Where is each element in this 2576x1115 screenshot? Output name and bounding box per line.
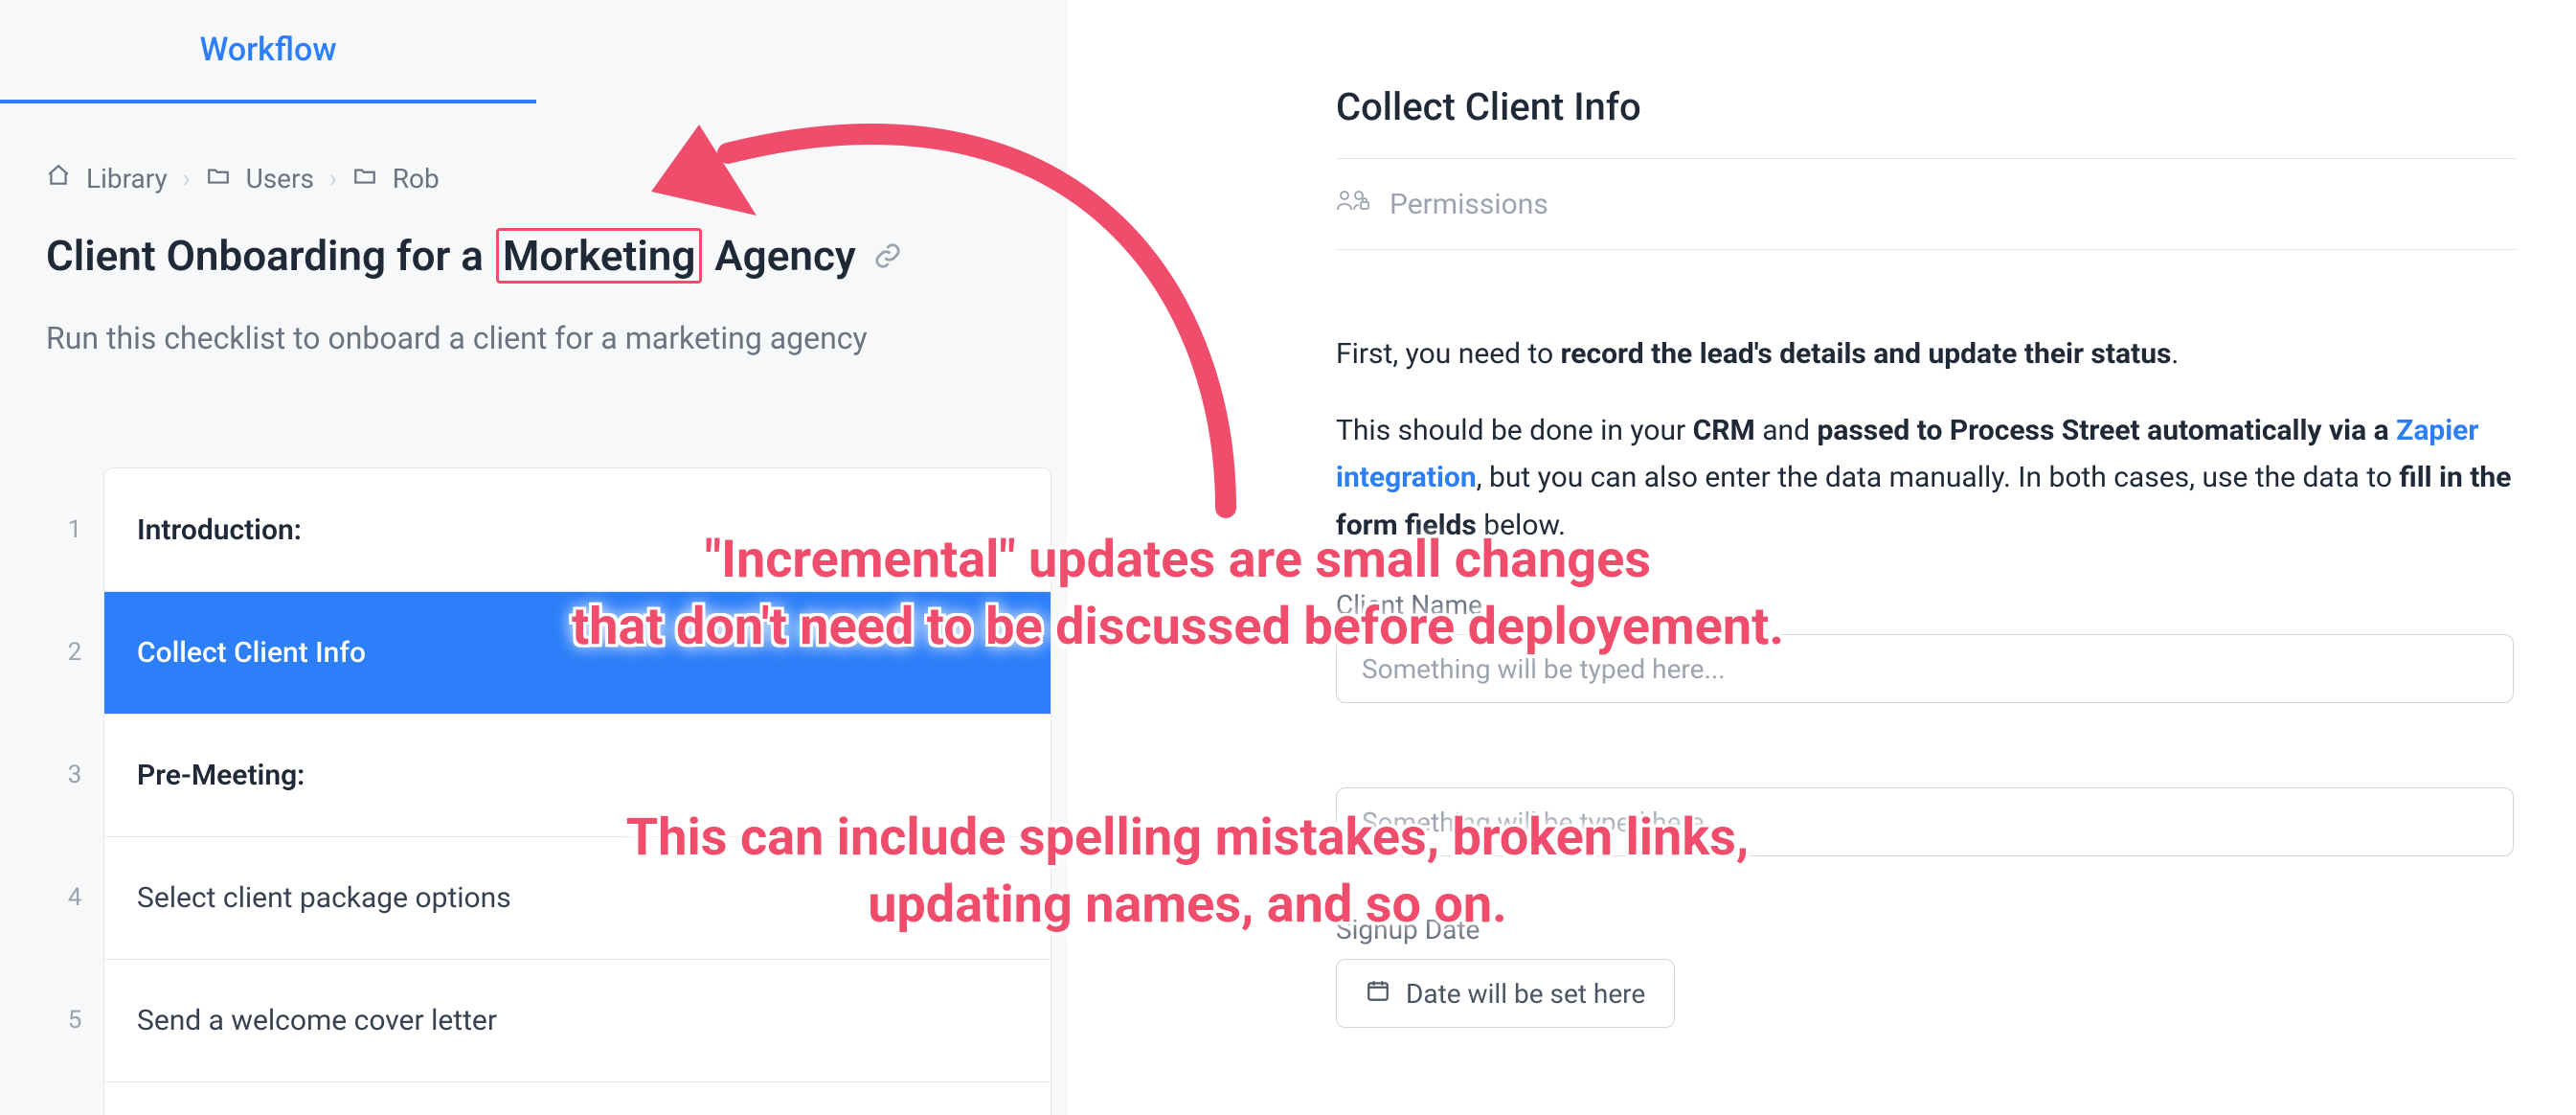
- task-card: Introduction: Collect Client Info Pre-Me…: [103, 467, 1051, 1115]
- permissions-icon: [1336, 186, 1370, 222]
- tab-underline: [0, 100, 536, 103]
- chevron-right-icon: ›: [329, 165, 337, 193]
- permissions-button[interactable]: Permissions: [1336, 159, 2517, 250]
- right-panel: Collect Client Info Permissions First, y…: [1068, 0, 2576, 1115]
- task-row-introduction[interactable]: Introduction:: [104, 468, 1051, 591]
- page-title: Client Onboarding for a Morketing Agency: [46, 228, 856, 284]
- field-label-client-name: Client Name: [1336, 589, 2517, 621]
- field-label-signup-date: Signup Date: [1336, 914, 2517, 945]
- title-post: Agency: [704, 231, 855, 281]
- calendar-icon: [1366, 978, 1390, 1010]
- permissions-label: Permissions: [1390, 188, 1548, 221]
- body-text: .: [2171, 337, 2179, 371]
- date-button-label: Date will be set here: [1406, 978, 1645, 1010]
- form-block-secondary: [1336, 787, 2517, 856]
- body-bold: passed to Process Street automatically v…: [1817, 414, 2396, 447]
- tab-workflow[interactable]: Workflow: [0, 0, 536, 100]
- detail-body: First, you need to record the lead's det…: [1336, 330, 2517, 549]
- task-row-collect-client-info[interactable]: Collect Client Info: [104, 591, 1051, 714]
- client-name-input[interactable]: [1336, 634, 2514, 703]
- page-subtitle: Run this checklist to onboard a client f…: [46, 320, 868, 356]
- body-bold: CRM: [1693, 414, 1755, 447]
- secondary-input[interactable]: [1336, 787, 2514, 856]
- left-panel: Workflow Library › Users › Rob Client On…: [0, 0, 1068, 1115]
- form-block-client-name: Client Name: [1336, 589, 2517, 703]
- typo-highlight: Morketing: [496, 228, 703, 284]
- page-title-row: Client Onboarding for a Morketing Agency: [46, 228, 902, 284]
- task-number: 4: [56, 883, 94, 912]
- title-pre: Client Onboarding for a: [46, 231, 494, 281]
- chevron-right-icon: ›: [183, 165, 191, 193]
- task-row-welcome-package[interactable]: Send a welcome package: [104, 1081, 1051, 1115]
- folder-icon: [352, 163, 377, 194]
- breadcrumb-root[interactable]: Library: [86, 163, 168, 194]
- task-row-select-package[interactable]: Select client package options: [104, 836, 1051, 959]
- body-text: below.: [1477, 509, 1566, 542]
- breadcrumb-leaf[interactable]: Rob: [393, 163, 440, 194]
- home-icon[interactable]: [46, 163, 71, 194]
- breadcrumb: Library › Users › Rob: [46, 163, 440, 194]
- signup-date-button[interactable]: Date will be set here: [1336, 959, 1675, 1028]
- breadcrumb-mid[interactable]: Users: [246, 163, 314, 194]
- task-number: 2: [56, 638, 94, 667]
- body-text: , but you can also enter the data manual…: [1477, 461, 2400, 494]
- task-number: 1: [56, 515, 94, 544]
- task-number: 3: [56, 761, 94, 789]
- folder-icon: [206, 163, 231, 194]
- body-text: This should be done in your: [1336, 414, 1693, 447]
- body-bold: record the lead's details and update the…: [1561, 337, 2172, 371]
- link-icon[interactable]: [873, 241, 902, 270]
- body-text: First, you need to: [1336, 337, 1561, 371]
- detail-title: Collect Client Info: [1336, 84, 2517, 159]
- task-number: 5: [56, 1006, 94, 1035]
- form-block-signup-date: Signup Date Date will be set here: [1336, 914, 2517, 1028]
- tab-bar: Workflow: [0, 0, 536, 103]
- body-text: and: [1755, 414, 1818, 447]
- task-row-pre-meeting[interactable]: Pre-Meeting:: [104, 714, 1051, 836]
- task-row-welcome-letter[interactable]: Send a welcome cover letter: [104, 959, 1051, 1081]
